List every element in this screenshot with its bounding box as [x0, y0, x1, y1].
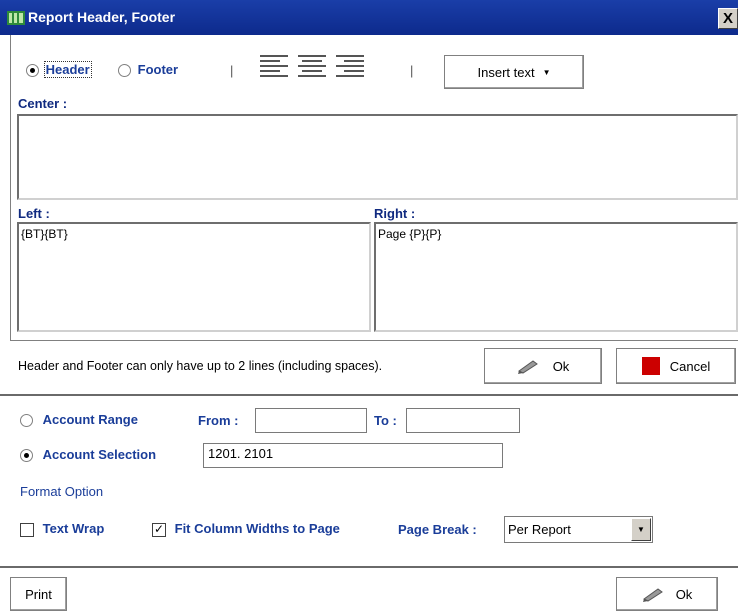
chevron-down-icon: ▼	[542, 67, 551, 77]
dropdown-arrow-icon[interactable]: ▼	[631, 518, 651, 541]
from-label: From :	[198, 413, 239, 428]
insert-text-label: Insert text	[477, 64, 535, 80]
line-limit-note: Header and Footer can only have up to 2 …	[18, 359, 383, 373]
right-textarea[interactable]: Page {P}{P}	[374, 222, 738, 332]
bottom-ok-label: Ok	[675, 586, 693, 602]
page-break-value: Per Report	[508, 522, 571, 537]
print-button[interactable]: Print	[10, 577, 67, 611]
divider	[10, 340, 738, 341]
footer-radio-dot[interactable]	[118, 64, 131, 78]
section-divider	[0, 394, 738, 396]
fit-columns-label[interactable]: Fit Column Widths to Page	[175, 521, 340, 536]
page-break-select[interactable]: Per Report ▼	[504, 516, 653, 543]
to-input[interactable]	[406, 408, 520, 433]
toolbar-separator-2: |	[410, 63, 414, 78]
header-radio[interactable]: Header	[26, 61, 92, 78]
bottom-divider	[0, 566, 738, 568]
ok-button[interactable]: Ok	[484, 348, 602, 384]
account-selection-input[interactable]: 1201. 2101	[203, 443, 503, 468]
format-option-title: Format Option	[20, 484, 104, 499]
footer-radio-label[interactable]: Footer	[138, 62, 178, 77]
pencil-ok-icon	[642, 588, 663, 602]
text-wrap-checkbox[interactable]: Text Wrap	[20, 521, 104, 537]
text-wrap-check[interactable]	[20, 522, 34, 537]
center-label: Center :	[18, 96, 68, 111]
align-left-icon[interactable]	[260, 55, 288, 85]
account-selection-radio[interactable]: Account Selection	[20, 447, 156, 463]
cancel-label: Cancel	[669, 358, 711, 374]
account-range-dot[interactable]	[20, 414, 33, 428]
account-selection-dot[interactable]	[20, 449, 33, 463]
right-label: Right :	[374, 206, 416, 221]
to-label: To :	[374, 413, 397, 428]
header-radio-dot[interactable]	[26, 64, 39, 78]
print-label: Print	[25, 586, 52, 602]
center-textarea[interactable]	[17, 114, 738, 200]
account-selection-label[interactable]: Account Selection	[43, 447, 156, 462]
window-title: Report Header, Footer	[28, 9, 176, 25]
title-bar: Report Header, Footer X	[0, 0, 738, 35]
from-input[interactable]	[255, 408, 367, 433]
toolbar-separator: |	[230, 63, 234, 78]
footer-radio[interactable]: Footer	[118, 62, 178, 78]
bottom-ok-button[interactable]: Ok	[616, 577, 718, 611]
header-radio-label[interactable]: Header	[43, 61, 92, 78]
close-button[interactable]: X	[718, 8, 738, 29]
pencil-ok-icon	[517, 360, 538, 374]
stop-icon	[641, 357, 660, 375]
cancel-button[interactable]: Cancel	[616, 348, 736, 384]
ok-label: Ok	[552, 358, 570, 374]
insert-text-button[interactable]: Insert text ▼	[444, 55, 584, 89]
align-right-icon[interactable]	[336, 55, 364, 85]
account-range-radio[interactable]: Account Range	[20, 412, 138, 428]
align-center-icon[interactable]	[298, 55, 326, 85]
grid-book-icon	[7, 11, 25, 25]
page-break-label: Page Break :	[398, 522, 477, 537]
account-range-label[interactable]: Account Range	[43, 412, 138, 427]
left-label: Left :	[18, 206, 50, 221]
fit-columns-check[interactable]: ✓	[152, 522, 166, 537]
left-textarea[interactable]: {BT}{BT}	[17, 222, 371, 332]
text-wrap-label[interactable]: Text Wrap	[43, 521, 105, 536]
fit-columns-checkbox[interactable]: ✓ Fit Column Widths to Page	[152, 521, 340, 537]
